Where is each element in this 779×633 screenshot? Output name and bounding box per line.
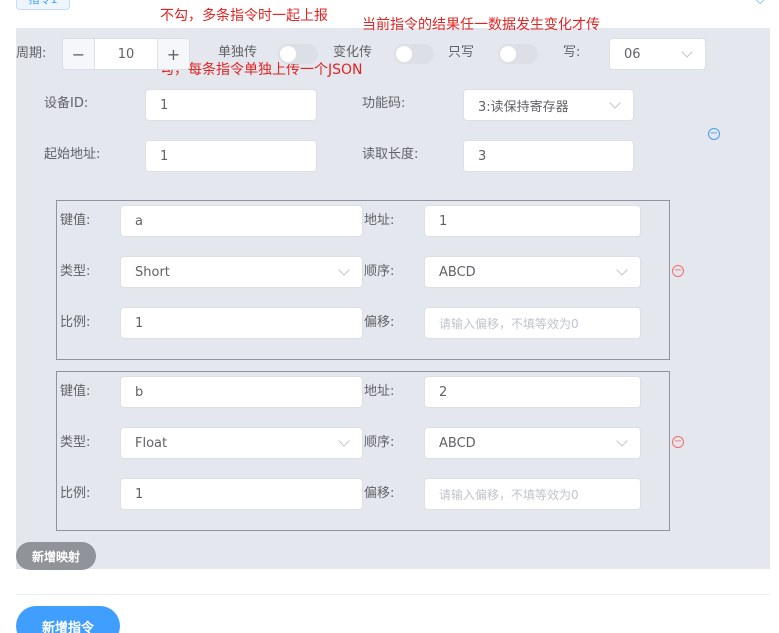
decrease-button[interactable]: − [63, 39, 95, 69]
change-upload-label: 变化传 [333, 45, 373, 60]
device-id-label: 设备ID: [44, 96, 89, 111]
chevron-down-icon [681, 46, 693, 58]
ratio-label: 比例: [60, 315, 91, 330]
address-label: 地址: [364, 213, 395, 228]
write-label: 写: [563, 45, 581, 60]
annotation-checked: 勾，每条指令单独上传一个JSON [160, 62, 363, 78]
offset-input[interactable]: 请输入偏移，不填等效为0 [424, 307, 641, 339]
read-length-input[interactable]: 3 [463, 140, 634, 172]
start-address-input[interactable]: 1 [145, 140, 317, 172]
period-input[interactable]: 10 [95, 39, 157, 69]
chevron-down-icon [338, 435, 350, 447]
order-select-value: ABCD [439, 264, 476, 280]
address-label: 地址: [364, 384, 395, 399]
type-select-value: Short [135, 264, 170, 280]
chevron-down-icon[interactable]: ⌵ [753, 0, 767, 8]
period-stepper[interactable]: − 10 + [62, 38, 190, 70]
key-label: 键值: [60, 384, 91, 399]
read-length-label: 读取长度: [362, 147, 419, 162]
chevron-down-icon [616, 435, 628, 447]
period-label: 周期: [16, 46, 47, 61]
write-select[interactable]: 06 [609, 38, 706, 70]
type-label: 类型: [60, 264, 91, 279]
key-input[interactable]: b [120, 376, 363, 408]
divider [16, 594, 770, 595]
function-code-select[interactable]: 3:读保持寄存器 [463, 89, 634, 121]
annotation-change: 当前指令的结果任一数据发生变化才传 [362, 17, 600, 33]
minus-circle-icon[interactable]: − [672, 265, 684, 277]
chevron-down-icon [616, 264, 628, 276]
order-select[interactable]: ABCD [424, 427, 641, 459]
ratio-input[interactable]: 1 [120, 307, 363, 339]
order-label: 顺序: [364, 435, 395, 450]
offset-label: 偏移: [364, 486, 395, 501]
add-mapping-button[interactable]: 新增映射 [16, 542, 96, 570]
minus-circle-icon[interactable]: − [672, 436, 684, 448]
address-input[interactable]: 1 [424, 205, 641, 237]
order-label: 顺序: [364, 264, 395, 279]
add-command-button[interactable]: 新增指令 [16, 606, 120, 633]
order-select-value: ABCD [439, 435, 476, 451]
offset-input[interactable]: 请输入偏移，不填等效为0 [424, 478, 641, 510]
increase-button[interactable]: + [157, 39, 189, 69]
ratio-input[interactable]: 1 [120, 478, 363, 510]
start-address-label: 起始地址: [44, 147, 101, 162]
write-only-label: 只写 [448, 45, 475, 60]
key-label: 键值: [60, 213, 91, 228]
annotation-unchecked: 不勾，多条指令时一起上报 [160, 8, 328, 24]
single-upload-switch[interactable] [278, 44, 318, 64]
ratio-label: 比例: [60, 486, 91, 501]
type-label: 类型: [60, 435, 91, 450]
function-code-label: 功能码: [362, 96, 406, 111]
order-select[interactable]: ABCD [424, 256, 641, 288]
offset-label: 偏移: [364, 315, 395, 330]
key-input[interactable]: a [120, 205, 363, 237]
type-select[interactable]: Short [120, 256, 363, 288]
switch-knob [280, 46, 296, 62]
chevron-down-icon [609, 97, 621, 109]
single-upload-label: 单独传 [218, 45, 258, 60]
address-input[interactable]: 2 [424, 376, 641, 408]
write-only-switch[interactable] [498, 44, 538, 64]
switch-knob [500, 46, 516, 62]
write-select-value: 06 [624, 46, 641, 62]
change-upload-switch[interactable] [394, 44, 434, 64]
type-select[interactable]: Float [120, 427, 363, 459]
switch-knob [396, 46, 412, 62]
type-select-value: Float [135, 435, 168, 451]
chevron-down-icon [338, 264, 350, 276]
device-id-input[interactable]: 1 [145, 89, 317, 121]
command-tab[interactable]: 指令1 [16, 0, 70, 10]
function-code-value: 3:读保持寄存器 [478, 99, 569, 115]
minus-circle-icon[interactable]: − [708, 128, 720, 140]
